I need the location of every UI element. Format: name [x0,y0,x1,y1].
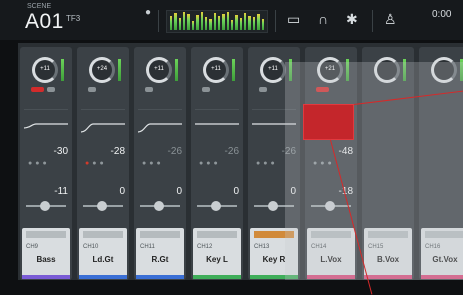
label-meter [140,231,180,238]
channel-label[interactable]: CH12 Key L [193,228,241,277]
channel-strip[interactable]: +11 -26 ●●● 0 CH11 R.Gt [134,47,186,280]
label-meter [197,231,237,238]
phase-indicator[interactable] [145,87,153,92]
scene-sub: TF3 [66,14,81,23]
label-meter [83,231,123,238]
divider [275,10,276,32]
divider [158,10,159,32]
gate-threshold: -26 [224,146,239,157]
gain-knob[interactable]: +24 [89,57,115,83]
meter-strip[interactable] [166,10,268,33]
eq-curve[interactable] [195,109,239,138]
channel-color-bar [79,275,127,279]
gate-leds: ●●● [142,160,164,167]
gain-knob[interactable]: +11 [146,57,172,83]
monitor-icon[interactable]: ▭ [287,11,300,28]
channel-name: Ld.Gt [92,255,114,264]
eq-curve[interactable] [138,109,182,138]
channel-label[interactable]: CH10 Ld.Gt [79,228,127,277]
channel-id: CH10 [83,244,99,250]
gate-threshold: -28 [110,146,125,157]
send-fader-knob[interactable] [154,201,164,211]
signal-meter [61,59,64,81]
gate-leds: ●●● [199,160,221,167]
comp-threshold: 0 [176,186,182,197]
phase-indicator[interactable] [202,87,210,92]
comp-threshold: -11 [54,186,68,197]
signal-meter [118,59,121,81]
gain-knob[interactable]: +11 [203,57,229,83]
channel-strip[interactable]: +11 -26 ●●● 0 CH12 Key L [191,47,243,280]
gain-value: +11 [268,66,278,72]
time-display: 0:00 [432,9,452,20]
scene-number[interactable]: A01 [25,10,64,34]
gain-value: +11 [154,66,164,72]
gain-value: +11 [40,66,50,72]
channel-label[interactable]: CH9 Bass [22,228,70,277]
channel-color-bar [136,275,184,279]
send-fader-knob[interactable] [97,201,107,211]
channel-name: Bass [36,255,56,264]
channel-label[interactable]: CH11 R.Gt [136,228,184,277]
channel-id: CH9 [26,244,39,250]
phase-indicator[interactable] [259,87,267,92]
send-fader-knob[interactable] [40,201,50,211]
channel-name: R.Gt [151,255,169,264]
channel-name: Key L [206,255,228,264]
gear-icon[interactable]: ✱ [346,11,358,28]
scene-caption: SCENE [27,3,52,10]
eq-curve[interactable] [81,109,125,138]
channel-strip[interactable]: +24 -28 ●●● 0 CH10 Ld.Gt [77,47,129,280]
divider [372,10,373,32]
user-icon[interactable]: ♙ [384,11,397,28]
top-bar: SCENE A01 TF3 ● ▭ ∩ ✱ ♙ 0:00 [0,0,463,40]
phase-indicator[interactable] [31,87,44,92]
phase-indicator[interactable] [88,87,96,92]
channel-id: CH12 [197,244,213,250]
headphones-icon[interactable]: ∩ [318,11,328,27]
channel-color-bar [193,275,241,279]
comp-threshold: 0 [233,186,239,197]
gate-threshold: -26 [167,146,182,157]
signal-meter [232,59,235,81]
eq-curve[interactable] [24,109,68,138]
gate-threshold: -30 [53,146,68,157]
eq-highlight-box[interactable] [303,104,354,140]
gate-leds: ●●● [85,160,107,167]
label-meter [26,231,66,238]
info-icon[interactable]: ● [145,7,151,18]
gain-knob[interactable]: +11 [260,57,286,83]
gain-value: +24 [96,66,108,72]
phantom-indicator[interactable] [47,87,55,92]
gate-leds: ●●● [28,160,50,167]
channel-strip[interactable]: +11 -30 ●●● -11 CH9 Bass [20,47,72,280]
channel-id: CH11 [140,244,155,250]
channel-id: CH13 [254,244,270,250]
gain-knob[interactable]: +11 [32,57,58,83]
send-fader-knob[interactable] [211,201,221,211]
signal-meter [175,59,178,81]
gate-leds: ●●● [256,160,278,167]
comp-threshold: 0 [119,186,125,197]
gain-value: +11 [211,66,221,72]
channel-color-bar [22,275,70,279]
send-fader-knob[interactable] [268,201,278,211]
